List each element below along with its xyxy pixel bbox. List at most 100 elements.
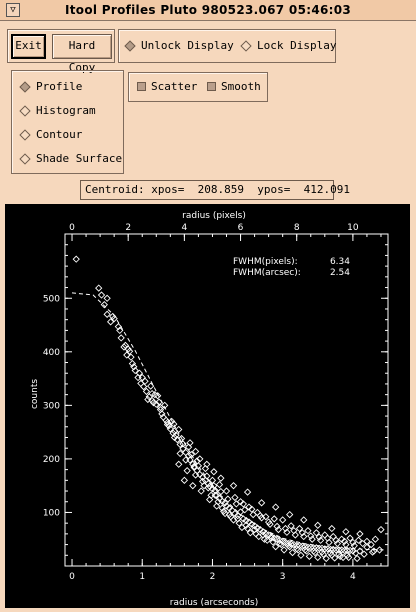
top-x-tick-label: 4: [182, 223, 188, 233]
data-point: [97, 291, 106, 299]
data-point: [137, 379, 145, 388]
data-point: [243, 488, 252, 496]
data-point: [305, 552, 313, 560]
data-point: [286, 510, 294, 519]
top-x-axis-label: radius (pixels): [182, 211, 246, 221]
hard-copy-button[interactable]: Hard Copy: [52, 34, 112, 74]
plot-frame: [64, 233, 389, 567]
data-point: [217, 474, 225, 482]
plot-data: [71, 255, 385, 563]
data-point: [217, 487, 225, 496]
profile-radio-icon[interactable]: [19, 80, 31, 93]
unlock-display-option[interactable]: Unlock Display: [124, 39, 234, 52]
data-point: [210, 468, 218, 476]
ypos-label: ypos=: [257, 183, 291, 196]
histogram-radio-icon[interactable]: [19, 104, 31, 117]
data-point: [297, 551, 305, 559]
data-point: [103, 294, 111, 302]
data-point: [280, 546, 288, 554]
data-point: [257, 499, 266, 507]
data-point: [279, 516, 287, 524]
xpos-value: 208.859: [197, 183, 244, 196]
data-point: [117, 334, 125, 342]
plot-type-contour[interactable]: Contour: [19, 128, 82, 141]
lock-display-radio-icon[interactable]: [240, 39, 252, 52]
unlock-display-radio-icon[interactable]: [124, 39, 136, 52]
data-point: [253, 508, 262, 517]
fit-curve: [71, 292, 385, 551]
data-point: [175, 460, 183, 468]
data-point: [329, 532, 337, 541]
x-tick-label: 2: [210, 572, 216, 582]
fwhm-arcsec-label: FWHM(arcsec):: [233, 268, 301, 278]
data-point: [189, 482, 197, 490]
data-point: [231, 493, 239, 502]
top-x-tick-label: 2: [125, 223, 131, 233]
centroid-readout: Centroid: xpos= 208.859 ypos= 412.091: [80, 180, 350, 200]
data-point: [356, 530, 364, 538]
plot-type-label: Contour: [36, 128, 83, 141]
scatter-label: Scatter: [151, 80, 198, 93]
fwhm-arcsec-value: 2.54: [330, 268, 350, 278]
scatter-checkbox-icon[interactable]: [137, 82, 146, 91]
y-tick-label: 400: [43, 348, 60, 358]
exit-button[interactable]: Exit: [11, 34, 46, 59]
data-point: [272, 503, 280, 511]
profile-plot-canvas: 0 1 2 3 4 0 2 4 6 8 10 100 200 300 400 500 radius (pixe…: [5, 204, 410, 608]
data-point: [215, 480, 224, 489]
plot-type-label: Histogram: [36, 104, 96, 117]
plot-type-label: Profile: [36, 80, 83, 93]
ypos-value: 412.091: [303, 183, 350, 196]
data-point: [371, 535, 379, 543]
data-point: [342, 528, 350, 536]
data-point: [229, 482, 238, 490]
top-x-tick-label: 6: [238, 223, 244, 233]
data-point: [263, 536, 271, 544]
lock-display-option[interactable]: Lock Display: [240, 39, 336, 52]
y-tick-label: 300: [43, 401, 60, 411]
fwhm-pixels-value: 6.34: [330, 257, 350, 267]
smooth-checkbox-icon[interactable]: [207, 82, 216, 91]
y-tick-label: 100: [43, 508, 60, 518]
data-point: [249, 510, 257, 519]
x-tick-label: 4: [350, 572, 356, 582]
data-point: [270, 515, 278, 523]
contour-radio-icon[interactable]: [19, 128, 31, 141]
data-point: [314, 521, 322, 529]
data-point: [123, 351, 131, 359]
plot-type-shade-surface[interactable]: Shade Surface: [19, 152, 122, 165]
centroid-label: Centroid:: [85, 183, 145, 196]
y-tick-label: 200: [43, 455, 60, 465]
top-x-tick-label: 8: [294, 223, 300, 233]
lock-display-label: Lock Display: [257, 39, 337, 52]
data-point: [232, 500, 240, 508]
smooth-option[interactable]: Smooth: [207, 80, 261, 93]
plot-type-histogram[interactable]: Histogram: [19, 104, 96, 117]
top-x-tick-label: 0: [69, 223, 75, 233]
plot-type-label: Shade Surface: [36, 152, 123, 165]
profile-plot: 0 1 2 3 4 0 2 4 6 8 10 100 200 300 400 500 radius (pixe…: [30, 211, 389, 608]
y-axis-label: counts: [30, 379, 40, 409]
x-axis-label: radius (arcseconds): [170, 598, 258, 608]
smooth-label: Smooth: [221, 80, 261, 93]
data-point: [183, 467, 191, 475]
scatter-option[interactable]: Scatter: [137, 80, 197, 93]
x-tick-label: 0: [69, 572, 75, 582]
data-point: [180, 476, 189, 484]
data-point: [353, 554, 361, 563]
window-titlebar: ▽ Itool Profiles Pluto 980523.067 05:46:…: [0, 0, 416, 21]
data-point: [300, 516, 308, 524]
data-point: [328, 524, 336, 533]
top-x-tick-label: 10: [347, 223, 359, 233]
data-point: [197, 487, 205, 495]
data-point: [141, 377, 149, 385]
fwhm-pixels-label: FWHM(pixels):: [233, 257, 298, 267]
plot-type-profile[interactable]: Profile: [19, 80, 82, 93]
x-tick-label: 3: [280, 572, 286, 582]
window-title: Itool Profiles Pluto 980523.067 05:46:03: [64, 3, 352, 17]
shade-surface-radio-icon[interactable]: [19, 152, 31, 165]
data-point: [127, 353, 135, 361]
y-tick-label: 500: [43, 294, 60, 304]
x-tick-label: 1: [139, 572, 145, 582]
data-point: [288, 548, 297, 557]
